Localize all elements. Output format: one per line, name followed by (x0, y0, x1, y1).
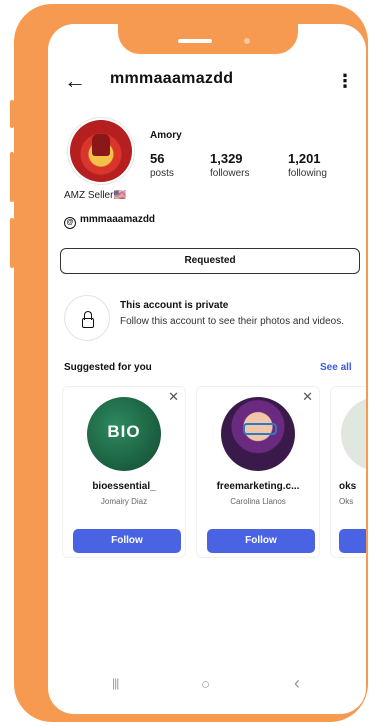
phone-frame: ← mmmaaamazdd ⋮ Amory 56 posts 1,329 fol… (14, 4, 368, 722)
suggested-avatar[interactable]: BIO (87, 397, 161, 471)
suggested-card: ✕ freemarketing.c... Carolina Llanos Fol… (196, 386, 320, 558)
phone-notch (118, 8, 298, 54)
following-label: following (288, 168, 327, 179)
speaker-grille (178, 39, 212, 43)
suggested-username[interactable]: bioessential_ (63, 481, 185, 492)
phone-screen: ← mmmaaamazdd ⋮ Amory 56 posts 1,329 fol… (48, 24, 366, 714)
system-nav-bar: ||| ○ ‹ (48, 668, 366, 708)
display-name: Amory (150, 130, 182, 141)
see-all-link[interactable]: See all (320, 362, 352, 373)
requested-button[interactable]: Requested (60, 248, 360, 274)
threads-icon: @ (64, 217, 76, 229)
followers-stat[interactable]: 1,329 followers (210, 151, 249, 179)
dismiss-icon[interactable]: ✕ (302, 389, 313, 405)
follow-button[interactable]: Follow (73, 529, 181, 553)
profile-avatar[interactable] (70, 120, 132, 182)
posts-count: 56 (150, 151, 165, 166)
suggested-real-name: Carolina Llanos (230, 497, 286, 506)
suggested-card: oks Oks (330, 386, 366, 558)
camera-icon (244, 38, 250, 44)
private-account-title: This account is private (120, 300, 229, 311)
follow-button[interactable]: Follow (207, 529, 315, 553)
suggested-username[interactable]: oks (331, 481, 366, 492)
suggested-avatar[interactable] (341, 397, 366, 471)
threads-handle: mmmaaamazdd (80, 214, 156, 225)
followers-count: 1,329 (210, 151, 243, 166)
private-account-text: Follow this account to see their photos … (120, 316, 345, 327)
followers-label: followers (210, 168, 250, 179)
follow-button[interactable] (339, 529, 366, 553)
home-icon[interactable]: ○ (201, 676, 210, 693)
suggested-title: Suggested for you (64, 362, 152, 373)
avatar-figure (92, 134, 110, 156)
profile-header: ← mmmaaamazdd ⋮ (64, 68, 354, 96)
bio-logo: BIO (107, 422, 141, 441)
lock-icon (64, 295, 110, 341)
suggested-avatar[interactable] (221, 397, 295, 471)
suggested-username[interactable]: freemarketing.c... (197, 481, 319, 492)
posts-stat[interactable]: 56 posts (150, 151, 174, 179)
lock-body (82, 318, 94, 328)
suggested-card: ✕ BIO bioessential_ Jomairy Diaz Follow (62, 386, 186, 558)
recents-icon[interactable]: ||| (112, 676, 119, 690)
avatar-glasses (243, 423, 277, 435)
nav-back-icon[interactable]: ‹ (294, 673, 300, 694)
suggested-real-name: Jomairy Diaz (100, 497, 148, 506)
profile-bio: AMZ Seller🇺🇸 (64, 190, 126, 201)
threads-link[interactable]: @ mmmaaamazdd (64, 214, 155, 229)
profile-username: mmmaaamazdd (110, 70, 234, 87)
following-count: 1,201 (288, 151, 321, 166)
back-arrow-icon[interactable]: ← (64, 68, 86, 94)
posts-label: posts (150, 168, 174, 179)
following-stat[interactable]: 1,201 following (288, 151, 327, 179)
more-options-icon[interactable]: ⋮ (336, 70, 354, 92)
dismiss-icon[interactable]: ✕ (168, 389, 179, 405)
suggested-real-name: Oks (339, 497, 354, 506)
